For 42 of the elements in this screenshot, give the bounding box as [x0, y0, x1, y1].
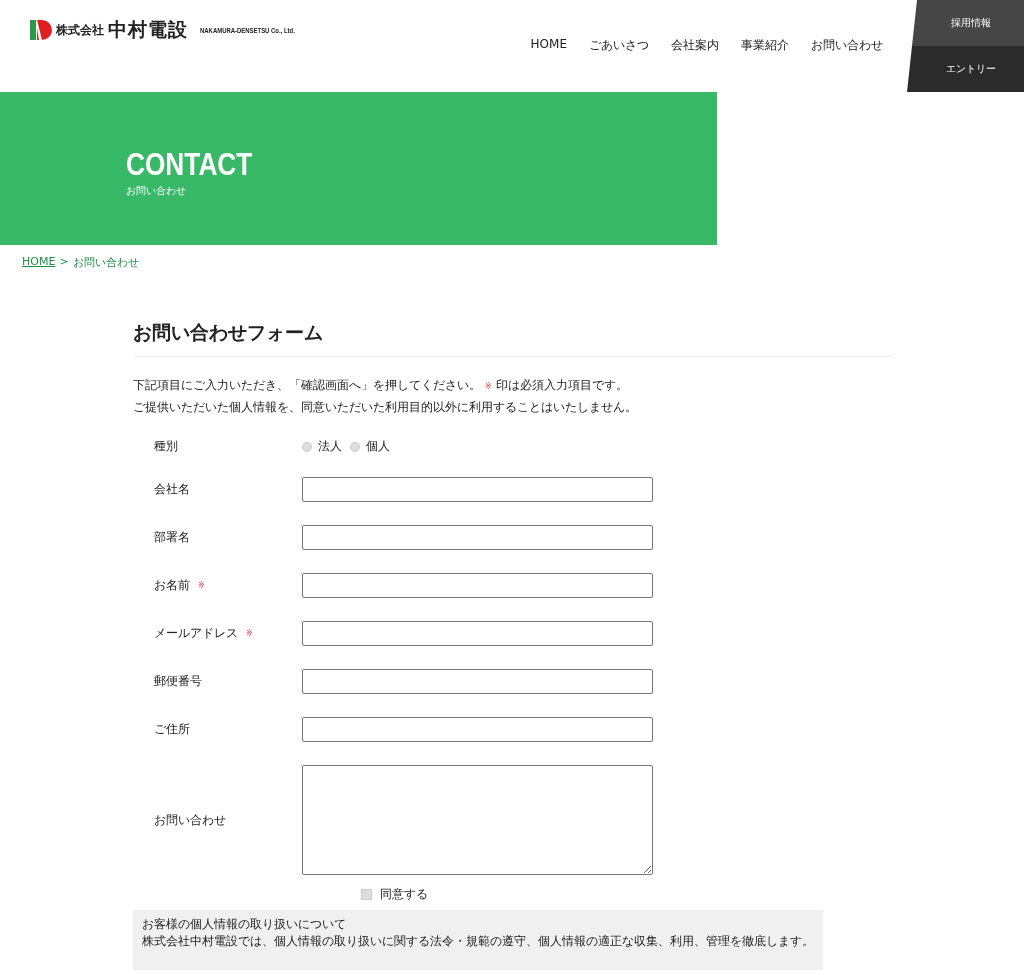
banner-subtitle: お問い合わせ — [126, 185, 186, 196]
checkbox[interactable] — [361, 889, 372, 900]
required-mark: ※ — [198, 581, 205, 590]
radio-label[interactable]: 法人 — [318, 439, 342, 454]
field-label: お名前 — [154, 578, 190, 593]
field-label: 種別 — [154, 439, 178, 454]
privacy-text: 株式会社中村電設では、個人情報の取り扱いに関する法令・規範の遵守、個人情報の適正な収集、利用、管理を徹底します。 — [142, 933, 814, 950]
input-field[interactable] — [302, 525, 653, 550]
radio-button[interactable] — [350, 441, 360, 452]
privacy-title: お客様の個人情報の取り扱いについて — [142, 916, 347, 933]
field-label: メールアドレス — [154, 626, 238, 641]
field-label: 会社名 — [154, 482, 190, 497]
checkbox-label[interactable]: 同意する — [380, 887, 428, 902]
input-field[interactable] — [302, 669, 653, 694]
radio-label[interactable]: 個人 — [366, 439, 390, 454]
field-label: ご住所 — [154, 722, 190, 737]
logo-name: 中村電設 — [108, 17, 188, 42]
breadcrumb-text: お問い合わせ — [72, 255, 139, 270]
nav-link[interactable]: 会社案内 — [671, 37, 719, 54]
required-mark: ※ — [246, 629, 253, 638]
input-field[interactable] — [302, 573, 653, 598]
message-field[interactable] — [302, 765, 653, 875]
input-field[interactable] — [302, 477, 653, 502]
intro-text: ご提供いただいた個人情報を、同意いただいた利用目的以外に利用することはいたしません。 — [133, 399, 638, 416]
field-label: 部署名 — [154, 530, 190, 545]
nav-link[interactable]: 事業紹介 — [741, 37, 789, 54]
logo-text: 株式会社 — [56, 21, 104, 39]
input-field[interactable] — [302, 621, 653, 646]
nav-link[interactable]: ごあいさつ — [589, 37, 649, 54]
breadcrumb-link[interactable]: HOME — [22, 255, 56, 270]
nav-link[interactable]: HOME — [530, 37, 567, 54]
logo-icon — [30, 19, 52, 41]
header-button[interactable]: エントリー — [907, 46, 1024, 92]
form-title: お問い合わせフォーム — [133, 320, 893, 357]
field-label: 郵便番号 — [154, 674, 202, 689]
breadcrumb-text: > — [59, 255, 69, 270]
input-field[interactable] — [302, 717, 653, 742]
radio-button[interactable] — [302, 441, 312, 452]
field-label: お問い合わせ — [154, 812, 226, 828]
nav-link[interactable]: お問い合わせ — [811, 37, 883, 54]
intro-text: 下記項目にご入力いただき、「確認画面へ」を押してください。 ※ 印は必須入力項目です。 — [133, 377, 629, 394]
banner-title: CONTACT — [126, 146, 253, 182]
